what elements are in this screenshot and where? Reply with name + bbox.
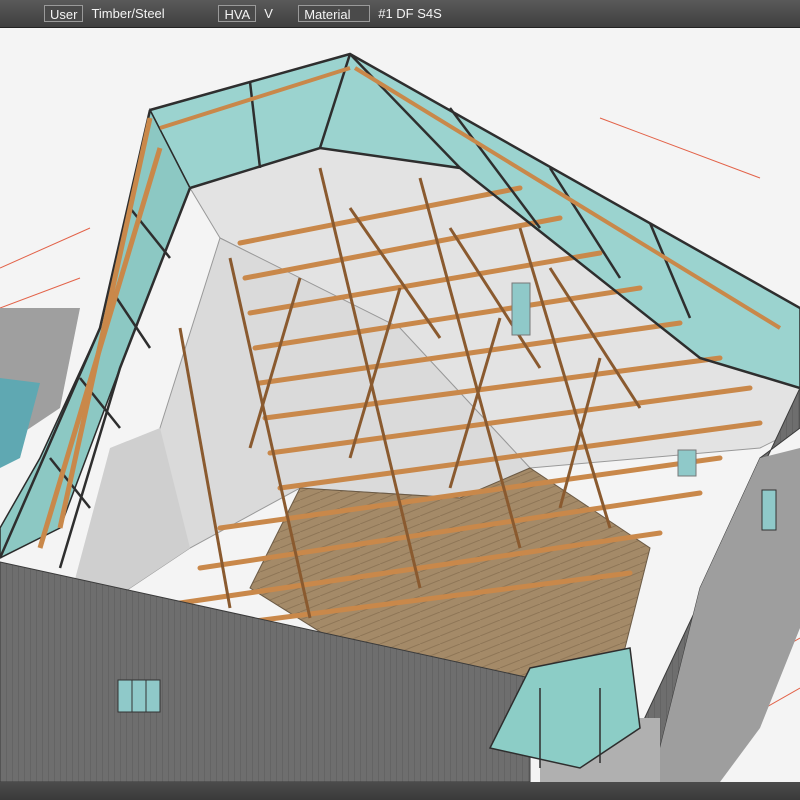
- hva-button[interactable]: HVA: [218, 5, 257, 22]
- view-mode-value: Timber/Steel: [91, 6, 165, 21]
- cad-application: User Timber/Steel HVA V Material #1 DF S…: [0, 0, 800, 800]
- view-mode-button[interactable]: User: [44, 5, 84, 22]
- hva-value: V: [264, 6, 273, 21]
- status-bar: [0, 782, 800, 800]
- side-window: [761, 489, 777, 531]
- material-button[interactable]: Material: [298, 5, 371, 22]
- front-window: [117, 679, 161, 713]
- 3d-viewport[interactable]: [0, 28, 800, 782]
- material-value: #1 DF S4S: [378, 6, 442, 21]
- view-toolbar: User Timber/Steel HVA V Material #1 DF S…: [0, 0, 800, 28]
- model-render: [0, 52, 800, 782]
